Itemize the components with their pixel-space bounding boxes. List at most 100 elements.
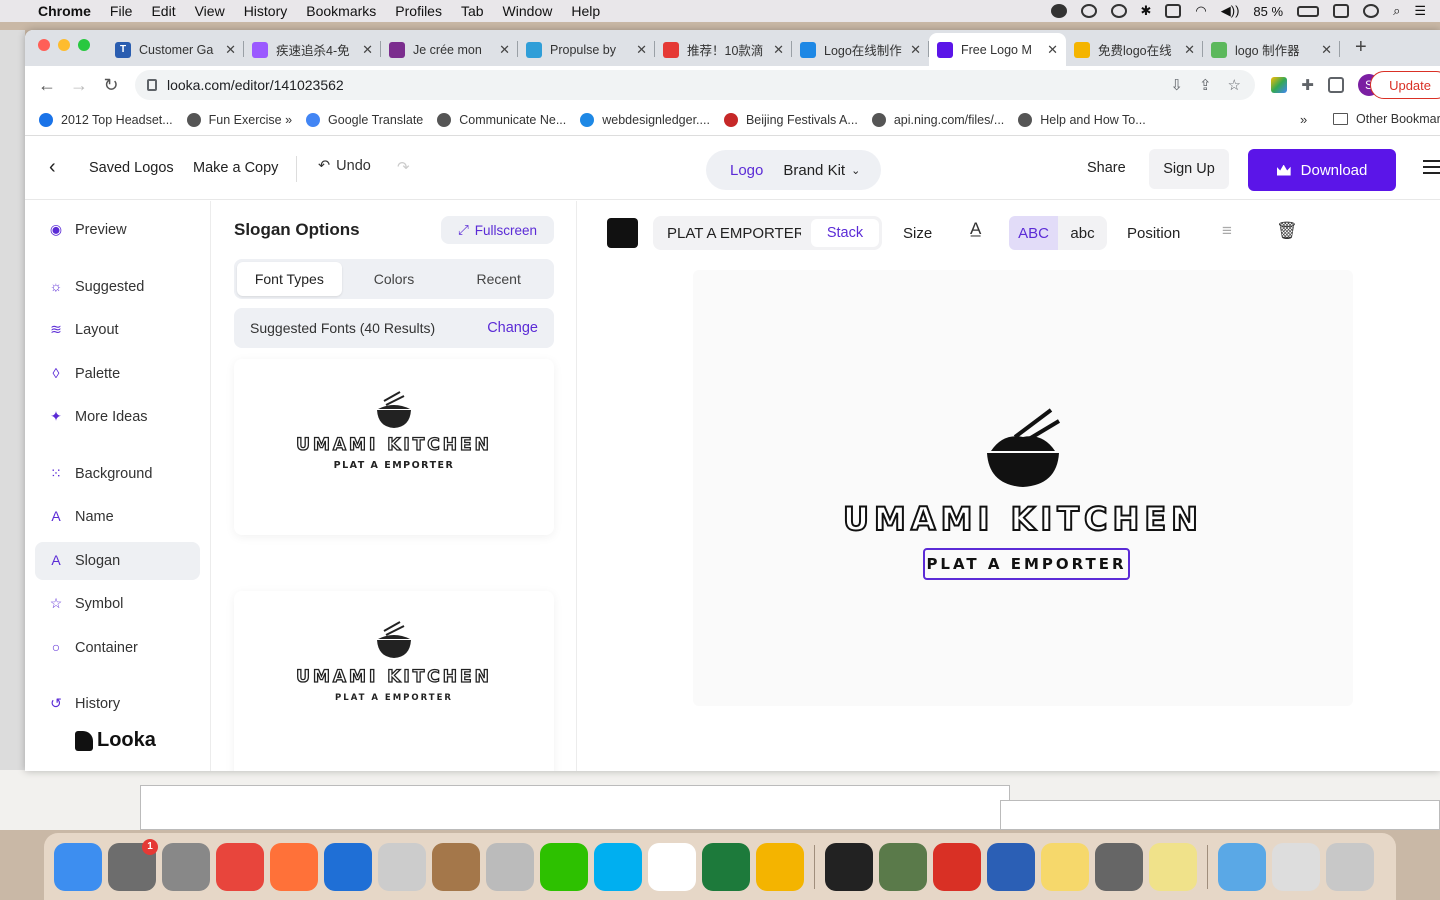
back-icon[interactable]: ← <box>31 75 63 96</box>
bookmark-item[interactable]: api.ning.com/files/... <box>871 112 1004 127</box>
browser-tab[interactable]: logo 制作器 ✕ <box>1203 33 1340 66</box>
tab-recent[interactable]: Recent <box>446 262 551 296</box>
new-tab-icon[interactable]: + <box>1355 36 1367 59</box>
tab-font-types[interactable]: Font Types <box>237 262 342 296</box>
wifi-icon[interactable]: ◠ <box>1195 3 1206 19</box>
browser-tab[interactable]: 推荐！10款滴 ✕ <box>655 33 792 66</box>
forward-icon[interactable]: → <box>63 75 95 96</box>
downloads-folder-icon[interactable] <box>1218 842 1266 891</box>
keyboard-icon[interactable] <box>1165 4 1182 18</box>
browser-tab[interactable]: Logo在线制作 ✕ <box>792 33 929 66</box>
menu-help[interactable]: Help <box>571 3 600 19</box>
sidebar-item-background[interactable]: ⁙ Background <box>35 455 200 493</box>
share-icon[interactable]: ⇪ <box>1199 76 1212 94</box>
wechat-icon[interactable] <box>540 842 588 891</box>
system-preferences-icon[interactable]: 1 <box>108 838 158 891</box>
zoom-window-button[interactable] <box>78 39 90 51</box>
extensions-puzzle-icon[interactable]: ✚ <box>1301 76 1314 94</box>
browser-tab[interactable]: Je crée mon ✕ <box>381 33 518 66</box>
time-machine-icon[interactable] <box>1110 4 1127 18</box>
skype-icon[interactable] <box>594 842 642 891</box>
close-tab-icon[interactable]: ✕ <box>1321 42 1332 58</box>
chrome-icon[interactable] <box>216 842 264 891</box>
close-tab-icon[interactable]: ✕ <box>362 42 373 58</box>
battery-icon[interactable] <box>1297 5 1320 17</box>
redo-icon[interactable]: ↷ <box>397 158 410 176</box>
spotlight-icon[interactable]: ⌕ <box>1393 3 1400 19</box>
saved-logos-link[interactable]: Saved Logos <box>89 160 174 176</box>
close-tab-icon[interactable]: ✕ <box>499 42 510 58</box>
utility-icon[interactable] <box>432 842 480 891</box>
sidebar-item-layout[interactable]: ≋ Layout <box>35 311 200 349</box>
hamburger-menu-icon[interactable] <box>1423 160 1440 178</box>
dictionary-icon[interactable] <box>324 842 372 891</box>
menu-bookmarks[interactable]: Bookmarks <box>306 3 376 19</box>
bookmark-item[interactable]: Communicate Ne... <box>437 112 566 127</box>
menu-file[interactable]: File <box>110 3 133 19</box>
url-text[interactable]: looka.com/editor/141023562 <box>167 77 344 93</box>
control-center-icon[interactable]: ☰ <box>1414 3 1426 19</box>
sidebar-item-name[interactable]: A Name <box>35 498 200 536</box>
menu-edit[interactable]: Edit <box>151 3 175 19</box>
input-source-icon[interactable] <box>1333 4 1350 18</box>
bookmark-item[interactable]: Google Translate <box>306 112 423 127</box>
acrobat-icon[interactable] <box>933 842 981 891</box>
align-icon[interactable]: ≡ <box>1222 221 1232 241</box>
update-button[interactable]: Update <box>1370 71 1440 99</box>
close-tab-icon[interactable]: ✕ <box>1184 42 1195 58</box>
close-tab-icon[interactable]: ✕ <box>910 42 921 58</box>
bookmark-star-icon[interactable]: ☆ <box>1228 76 1241 94</box>
brand-kit-dropdown[interactable]: Brand Kit <box>783 162 845 179</box>
image-capture-icon[interactable] <box>879 842 927 891</box>
make-a-copy-link[interactable]: Make a Copy <box>193 160 278 176</box>
menu-tab[interactable]: Tab <box>461 3 484 19</box>
tab-colors[interactable]: Colors <box>342 262 447 296</box>
record-icon[interactable] <box>1080 4 1097 18</box>
undo-button[interactable]: ↶ Undo <box>318 158 371 174</box>
sidebar-item-symbol[interactable]: ☆ Symbol <box>35 585 200 623</box>
bookmark-item[interactable]: Beijing Festivals A... <box>723 112 858 127</box>
finder-icon[interactable] <box>54 842 102 891</box>
browser-tab[interactable]: 疾速追杀4-免 ✕ <box>244 33 381 66</box>
sidebar-item-suggested[interactable]: ☼ Suggested <box>35 268 200 306</box>
imovie-icon[interactable] <box>486 842 534 891</box>
help-icon[interactable] <box>378 842 426 891</box>
menu-app-name[interactable]: Chrome <box>38 3 91 19</box>
slogan-text-value[interactable]: PLAT A EMPORTER <box>667 225 801 242</box>
wechat-icon[interactable] <box>1050 4 1067 18</box>
slogan-text-input[interactable]: PLAT A EMPORTER Stack <box>653 216 882 250</box>
color-swatch[interactable] <box>607 218 638 248</box>
font-option-card[interactable]: UMAMI KITCHEN PLAT A EMPORTER <box>234 359 554 535</box>
sidebar-item-palette[interactable]: ◊ Palette <box>35 355 200 393</box>
menu-view[interactable]: View <box>195 3 225 19</box>
sidebar-item-preview[interactable]: ◉ Preview <box>35 211 200 249</box>
sidebar-item-history[interactable]: ↺ History <box>35 685 200 723</box>
menu-history[interactable]: History <box>244 3 288 19</box>
drive-icon[interactable] <box>1271 77 1288 93</box>
wifi-app-icon[interactable] <box>825 842 873 891</box>
minimize-window-button[interactable] <box>58 39 70 51</box>
browser-tab[interactable]: Propulse by ✕ <box>518 33 655 66</box>
stickies-icon[interactable] <box>1149 842 1197 891</box>
browser-tab[interactable]: T Customer Ga ✕ <box>107 33 244 66</box>
notes-icon[interactable] <box>1041 842 1089 891</box>
calculator-icon[interactable] <box>1095 842 1143 891</box>
browser-tab[interactable]: Free Logo M ✕ <box>929 33 1066 66</box>
stack-button[interactable]: Stack <box>811 219 879 247</box>
chevron-down-icon[interactable]: ⌄ <box>851 164 860 177</box>
sidebar-item-slogan[interactable]: A Slogan <box>35 542 200 580</box>
close-tab-icon[interactable]: ✕ <box>225 42 236 58</box>
size-control[interactable]: Size <box>903 225 932 242</box>
trash-icon[interactable] <box>1326 842 1374 891</box>
other-bookmarks[interactable]: Other Bookmarks <box>1333 112 1440 126</box>
logo-slogan-selected[interactable]: PLAT A EMPORTER <box>923 548 1130 580</box>
calendar-icon[interactable] <box>648 842 696 891</box>
close-tab-icon[interactable]: ✕ <box>773 42 784 58</box>
word-icon[interactable] <box>987 842 1035 891</box>
lowercase-button[interactable]: abc <box>1058 216 1107 250</box>
position-control[interactable]: Position <box>1127 225 1180 242</box>
reload-icon[interactable]: ↻ <box>95 75 127 96</box>
excel-icon[interactable] <box>702 842 750 891</box>
firefox-icon[interactable] <box>270 842 318 891</box>
lock-icon[interactable] <box>147 79 157 91</box>
